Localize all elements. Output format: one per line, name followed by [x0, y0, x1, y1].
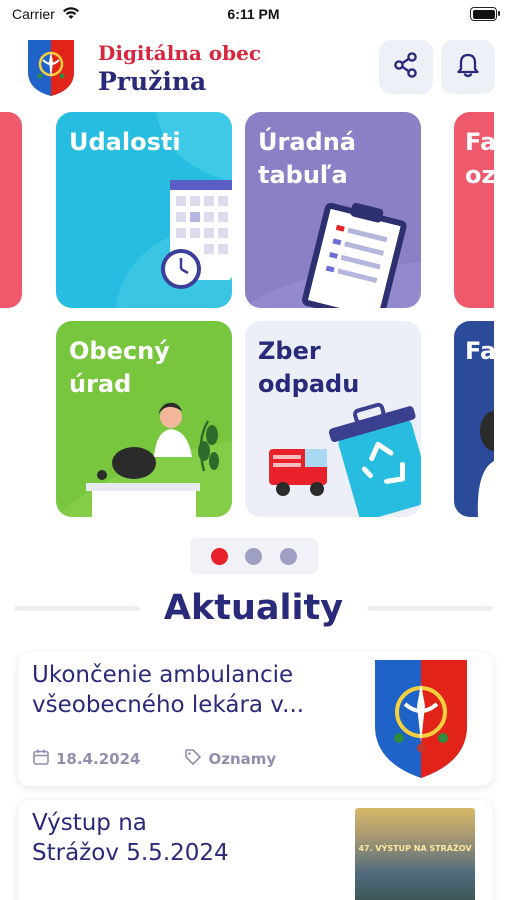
news-category[interactable]: Oznamy: [184, 748, 276, 770]
tag-icon: [184, 748, 208, 770]
previous-page-tile-edge[interactable]: [0, 112, 22, 308]
news-card-title: Ukončenie ambulancie všeobecného lekára …: [32, 662, 305, 718]
news-card-meta: 18.4.2024 Oznamy: [32, 748, 320, 770]
brand-title-line2: Pružina: [98, 67, 207, 96]
municipality-crest-logo: [26, 38, 76, 98]
tile-zber-odpadu[interactable]: Zber odpadu: [245, 321, 421, 517]
bell-icon: [454, 51, 482, 83]
news-date: 18.4.2024: [32, 748, 140, 770]
tile-udalosti-label: Udalosti: [69, 128, 181, 156]
notifications-button[interactable]: [441, 40, 495, 94]
tile-zber-odpadu-label: Zber odpadu: [258, 337, 360, 398]
tile-uradna-tabula-label: Úradná tabuľa: [258, 128, 356, 189]
battery-icon: [470, 7, 500, 21]
news-card-title: Výstup na Strážov 5.5.2024: [32, 810, 229, 866]
news-category-text: Oznamy: [208, 750, 277, 768]
share-button[interactable]: [379, 40, 433, 94]
page-dot-1[interactable]: [210, 547, 228, 565]
page-dot-2[interactable]: [245, 547, 263, 565]
app-header: Digitálna obec Pružina: [0, 36, 507, 102]
clock: 6:11 PM: [227, 6, 280, 22]
tile-partial-next-top[interactable]: Fa oz: [454, 112, 494, 308]
tile-uradna-tabula[interactable]: Úradná tabuľa: [245, 112, 421, 308]
news-thumbnail-crest: [373, 658, 469, 780]
poster-title: 47. VÝSTUP NA STRÁŽOV: [358, 844, 472, 853]
section-title-aktuality: Aktuality: [163, 588, 344, 628]
tile-partial-next-top-label: Fa oz: [465, 128, 494, 189]
tile-obecny-urad-label: Obecný úrad: [69, 337, 170, 398]
tile-partial-next-bottom-label: Fa: [465, 337, 494, 365]
calendar-icon: [32, 748, 56, 770]
page-dot-3[interactable]: [280, 547, 298, 565]
brand-title-line1: Digitálna obec: [98, 41, 262, 65]
tile-obecny-urad[interactable]: Obecný úrad: [56, 321, 232, 517]
status-bar: Carrier 6:11 PM: [0, 0, 507, 30]
tile-partial-next-bottom[interactable]: Fa: [454, 321, 494, 517]
tile-udalosti[interactable]: Udalosti: [56, 112, 232, 308]
news-card[interactable]: Ukončenie ambulancie všeobecného lekára …: [18, 652, 493, 786]
news-thumbnail-poster: 47. VÝSTUP NA STRÁŽOV: [355, 808, 475, 900]
news-date-text: 18.4.2024: [56, 750, 141, 768]
share-icon: [392, 51, 420, 83]
news-card[interactable]: Výstup na Strážov 5.5.2024 47. VÝSTUP NA…: [18, 800, 493, 900]
carousel-page-indicator: [190, 538, 318, 574]
